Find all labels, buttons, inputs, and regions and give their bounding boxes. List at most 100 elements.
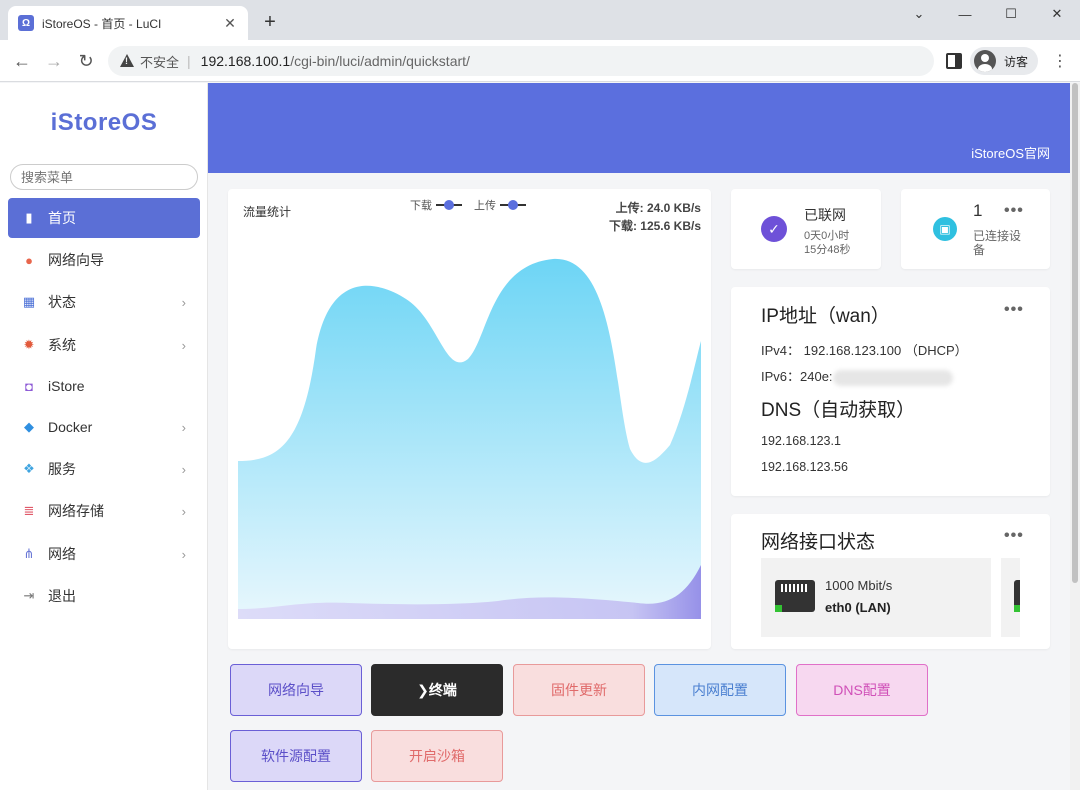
- page-scrollbar[interactable]: [1070, 83, 1080, 790]
- dns-server-2: 192.168.123.56: [761, 460, 848, 474]
- chevron-right-icon: ›: [181, 503, 186, 519]
- sidebar-item-label: 网络向导: [48, 252, 104, 268]
- quick-action-button[interactable]: 软件源配置: [230, 730, 362, 782]
- minimize-button[interactable]: —: [942, 0, 988, 28]
- traffic-stats-card: 流量统计 下载 上传 上传: 24.0 KB/s 下载: 125.6 KB/s: [228, 189, 711, 649]
- ip-more-icon[interactable]: •••: [1004, 301, 1024, 319]
- legend-upload-marker: [500, 200, 526, 210]
- services-icon: ❖: [23, 461, 35, 476]
- quick-action-button[interactable]: 开启沙箱: [371, 730, 503, 782]
- quick-action-button[interactable]: DNS配置: [796, 664, 928, 716]
- chevron-right-icon: ›: [181, 546, 186, 562]
- chevron-right-icon: ›: [181, 461, 186, 477]
- maximize-button[interactable]: ☐: [988, 0, 1034, 28]
- scrollbar-thumb[interactable]: [1072, 83, 1078, 583]
- tab-search-chevron-icon[interactable]: ⌄: [896, 0, 942, 28]
- port-speed: 1000 Mbit/s: [825, 578, 893, 593]
- logo[interactable]: iStoreOS: [0, 109, 208, 137]
- online-status-card[interactable]: ✓ 已联网 0天0小时 15分48秒: [731, 189, 881, 269]
- sidebar-item-6[interactable]: ❖ 服务 ›: [8, 449, 200, 489]
- globe-icon: ●: [25, 252, 33, 268]
- port-name: eth0 (LAN): [825, 600, 891, 615]
- net-more-icon[interactable]: •••: [1004, 527, 1024, 545]
- traffic-chart: [238, 258, 701, 619]
- favicon-icon: Ω: [18, 15, 34, 31]
- url-host: 192.168.100.1: [200, 53, 291, 69]
- quick-action-button[interactable]: 内网配置: [654, 664, 786, 716]
- uptime-line-2: 15分48秒: [804, 244, 851, 256]
- browser-tab[interactable]: Ω iStoreOS - 首页 - LuCI ✕: [8, 6, 248, 40]
- url-text[interactable]: 192.168.100.1/cgi-bin/luci/admin/quickst…: [201, 53, 470, 69]
- address-bar[interactable]: 不安全 | 192.168.100.1/cgi-bin/luci/admin/q…: [108, 46, 934, 76]
- port-next-partial[interactable]: [1001, 558, 1020, 637]
- sidebar-item-label: 退出: [48, 588, 76, 604]
- sidebar-item-1[interactable]: ● 网络向导: [8, 240, 200, 280]
- ipv6-prefix: IPv6：240e:: [761, 369, 833, 384]
- sidebar-item-5[interactable]: ◆ Docker ›: [8, 407, 200, 447]
- sidebar: iStoreOS ▮ 首页 ● 网络向导 ▦ 状态 › ✹ 系统 › ◘ iStore ◆ Docker ›…: [0, 83, 208, 790]
- official-site-link[interactable]: iStoreOS官网: [971, 143, 1050, 162]
- upload-rate: 上传: 24.0 KB/s: [615, 201, 701, 215]
- device-label-line-2: 备: [973, 243, 986, 257]
- sidebar-item-label: 首页: [48, 210, 76, 226]
- network-icon: ⋔: [23, 546, 35, 561]
- forward-arrow-icon[interactable]: →: [42, 49, 66, 73]
- tab-title: iStoreOS - 首页 - LuCI: [42, 16, 162, 31]
- sidebar-item-2[interactable]: ▦ 状态 ›: [8, 282, 200, 322]
- chevron-right-icon: ›: [181, 419, 186, 435]
- sidebar-item-label: 网络存储: [48, 503, 104, 519]
- new-tab-button[interactable]: +: [258, 10, 282, 34]
- avatar-icon: [974, 50, 996, 72]
- docker-icon: ◆: [24, 419, 34, 434]
- connected-devices-card[interactable]: ▣ 1 已连接设 备 •••: [901, 189, 1050, 269]
- quick-action-button[interactable]: ❯终端: [371, 664, 503, 716]
- browser-tab-bar: Ω iStoreOS - 首页 - LuCI ✕ + ⌄ — ☐ ✕: [0, 0, 1080, 40]
- close-tab-icon[interactable]: ✕: [222, 15, 238, 31]
- gear-icon: ✹: [23, 337, 35, 352]
- port-eth0[interactable]: 1000 Mbit/s eth0 (LAN): [761, 558, 991, 637]
- devices-more-icon[interactable]: •••: [1004, 202, 1024, 220]
- sidebar-item-7[interactable]: ≣ 网络存储 ›: [8, 491, 200, 531]
- ipv4-line: IPv4： 192.168.123.100 （DHCP）: [761, 343, 968, 358]
- chevron-right-icon: ›: [181, 337, 186, 353]
- warning-icon[interactable]: [120, 54, 134, 68]
- sidebar-item-label: 系统: [48, 337, 76, 353]
- ethernet-port-icon: [775, 580, 815, 612]
- sidebar-item-3[interactable]: ✹ 系统 ›: [8, 325, 200, 365]
- store-icon: ◘: [25, 378, 33, 394]
- legend-download[interactable]: 下载: [410, 197, 462, 213]
- ip-address-card: IP地址（wan） ••• IPv4： 192.168.123.100 （DHC…: [731, 287, 1050, 496]
- quick-action-button[interactable]: 网络向导: [230, 664, 362, 716]
- sidebar-item-0[interactable]: ▮ 首页: [8, 198, 200, 238]
- more-menu-icon[interactable]: ⋮: [1050, 51, 1070, 71]
- browser-toolbar: ← → ↻ 不安全 | 192.168.100.1/cgi-bin/luci/a…: [0, 40, 1080, 82]
- legend-download-marker: [436, 200, 462, 210]
- online-status-title: 已联网: [804, 207, 846, 223]
- bar-chart-icon: ▮: [25, 210, 33, 225]
- sidebar-item-8[interactable]: ⋔ 网络 ›: [8, 534, 200, 574]
- ipv6-line: IPv6：240e:: [761, 366, 953, 386]
- legend-upload-label: 上传: [474, 200, 496, 212]
- reload-icon[interactable]: ↻: [74, 49, 98, 73]
- sidebar-item-9[interactable]: ⇥ 退出: [8, 576, 200, 616]
- legend-upload[interactable]: 上传: [474, 197, 526, 213]
- insecure-label[interactable]: 不安全: [140, 52, 179, 71]
- sidebar-item-label: iStore: [48, 378, 85, 394]
- sidebar-item-label: 网络: [48, 546, 76, 562]
- quick-action-button[interactable]: 固件更新: [513, 664, 645, 716]
- dns-heading: DNS（自动获取）: [761, 400, 916, 421]
- header-banner: iStoreOS官网: [208, 83, 1070, 173]
- network-interface-card: 网络接口状态 ••• 1000 Mbit/s eth0 (LAN): [731, 514, 1050, 649]
- sidebar-item-label: Docker: [48, 419, 93, 435]
- back-arrow-icon[interactable]: ←: [10, 49, 34, 73]
- menu-search-input[interactable]: [10, 164, 198, 190]
- ipv6-redacted: [832, 369, 953, 386]
- close-window-button[interactable]: ✕: [1034, 0, 1080, 28]
- sidebar-item-4[interactable]: ◘ iStore: [8, 366, 200, 406]
- chevron-right-icon: ›: [181, 294, 186, 310]
- devices-icon: ▣: [933, 217, 957, 241]
- side-panel-icon[interactable]: [946, 53, 962, 69]
- dns-server-1: 192.168.123.1: [761, 434, 841, 448]
- profile-button[interactable]: 访客: [970, 47, 1038, 75]
- legend-download-label: 下载: [410, 200, 432, 212]
